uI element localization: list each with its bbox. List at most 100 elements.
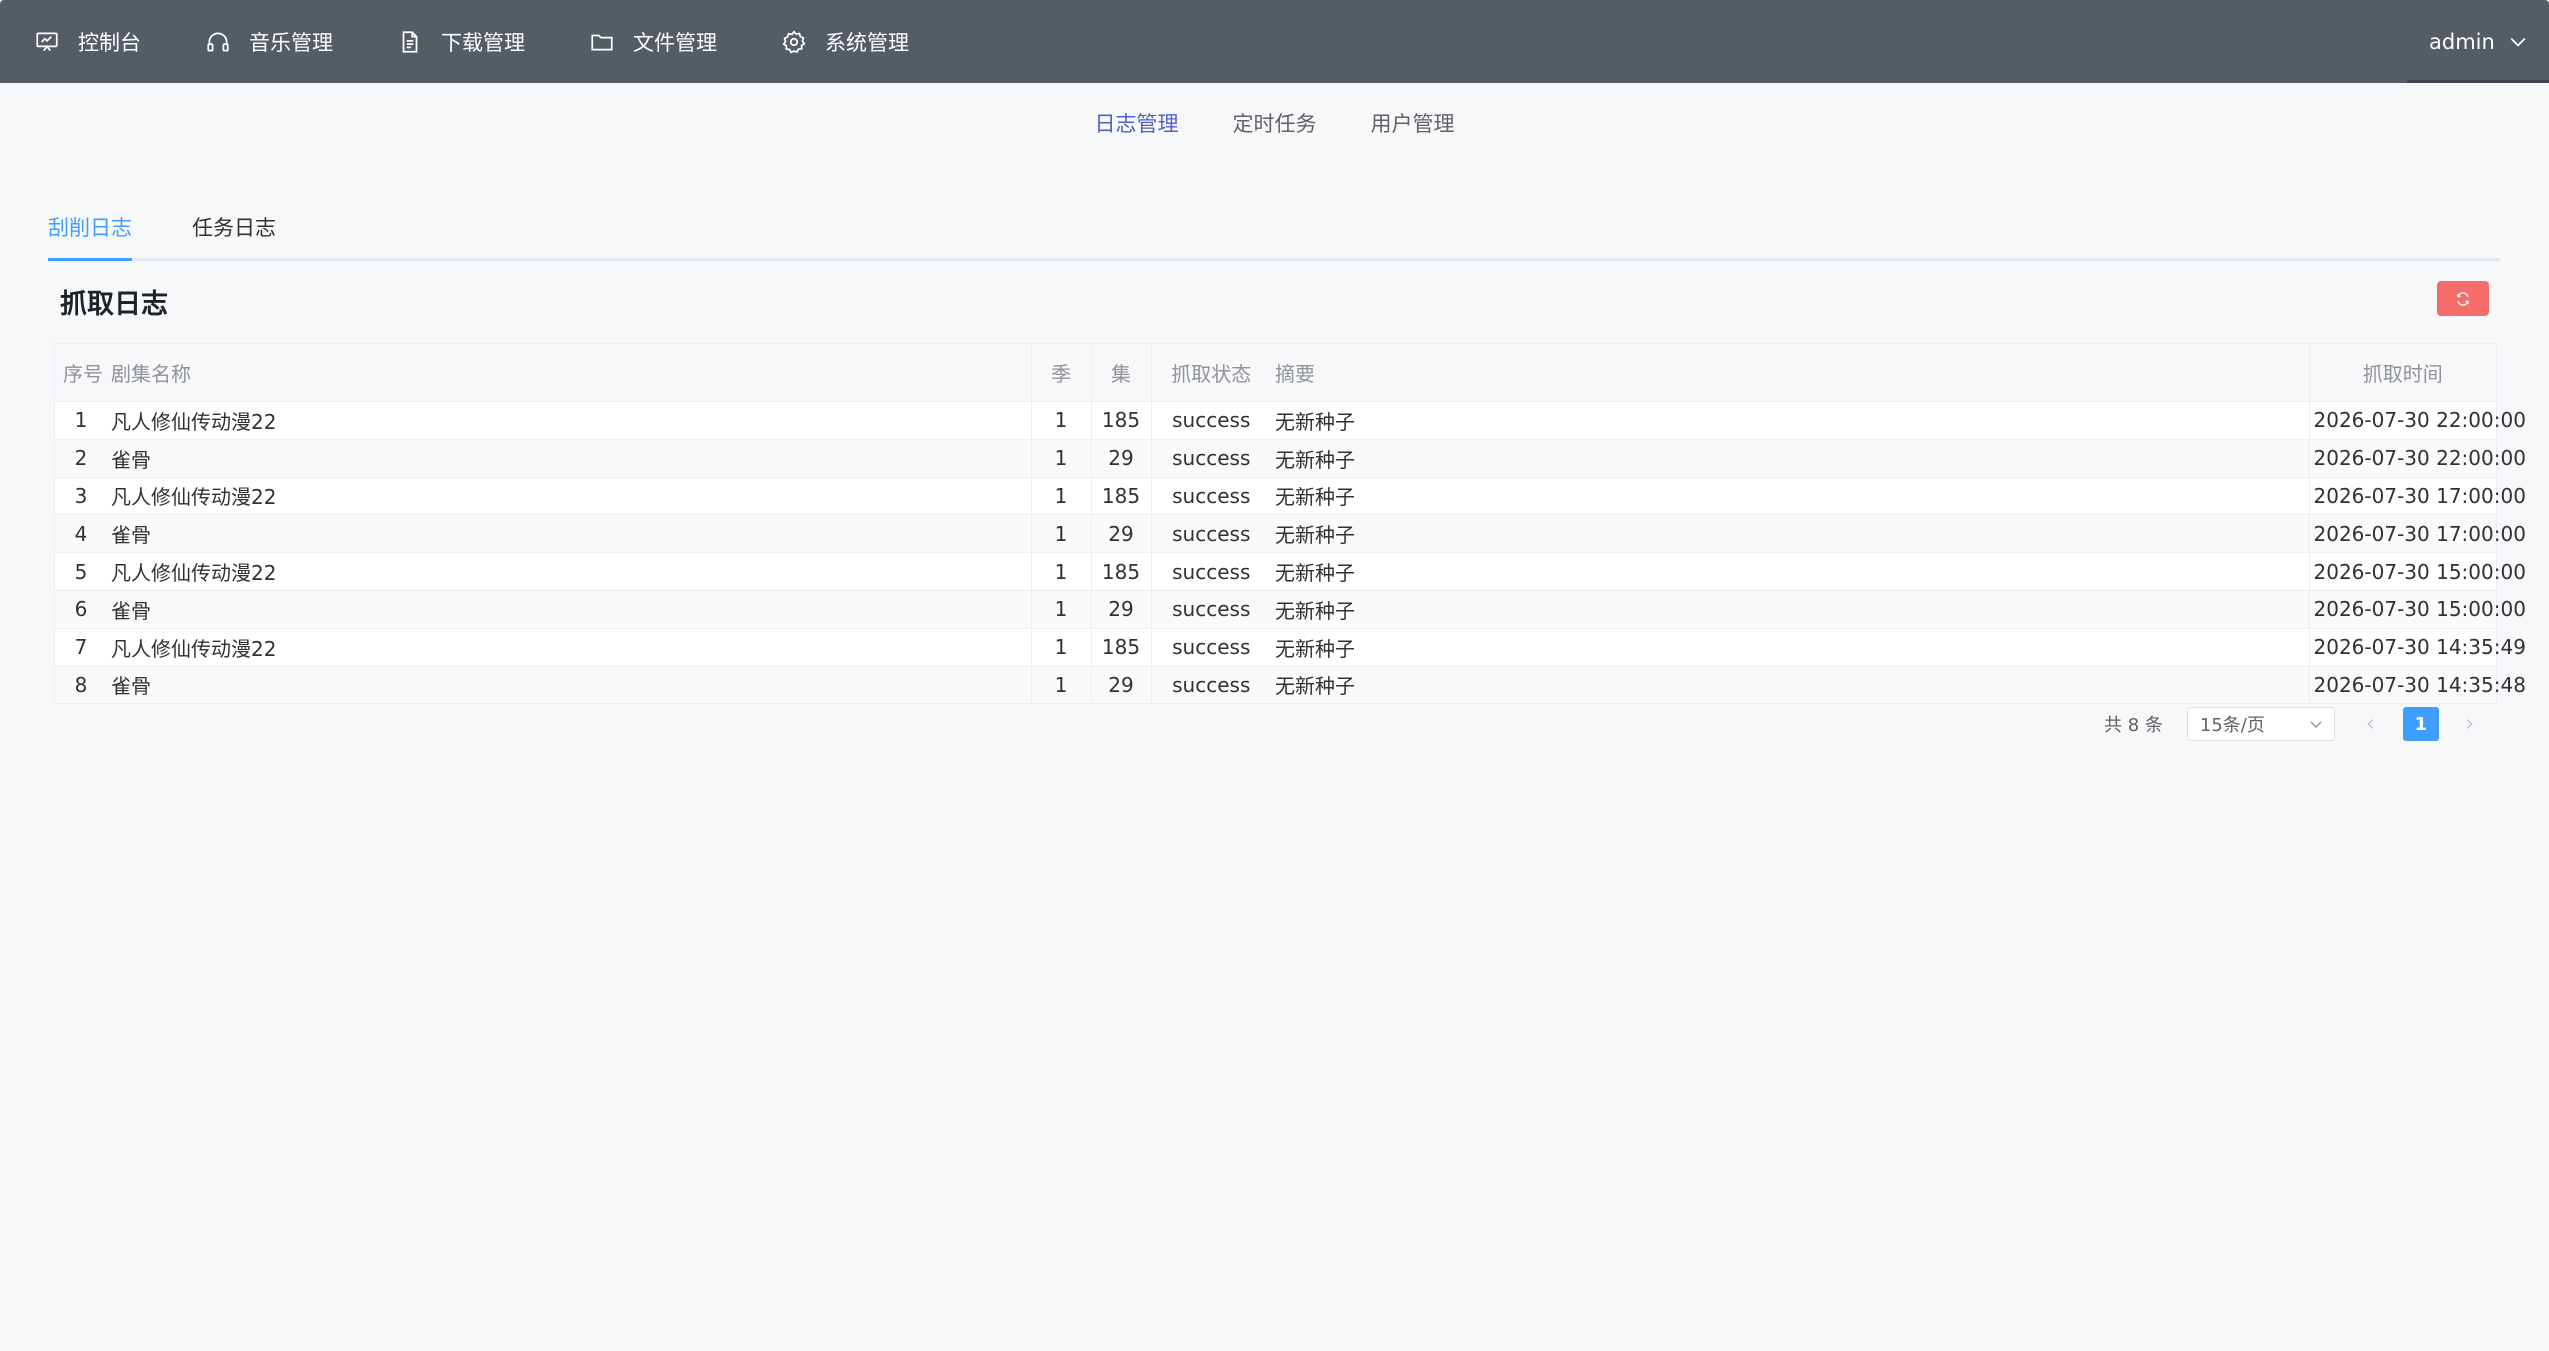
gear-icon	[782, 29, 806, 54]
header-name: 剧集名称	[107, 344, 1031, 402]
cell-index: 7	[55, 628, 107, 667]
user-menu-underline	[2407, 80, 2549, 83]
prev-page-button[interactable]	[2361, 714, 2381, 734]
card-title: 抓取日志	[60, 289, 168, 320]
refresh-button[interactable]	[2437, 281, 2489, 316]
header-episode: 集	[1090, 344, 1151, 402]
header-time: 抓取时间	[2308, 344, 2496, 402]
nav-item-label: 下载管理	[441, 30, 525, 55]
nav-item-music[interactable]: 音乐管理	[173, 0, 365, 83]
chevron-right-icon	[2466, 719, 2473, 729]
subnav-item-logs[interactable]: 日志管理	[1095, 108, 1179, 144]
tab-scrape-logs[interactable]: 刮削日志	[48, 212, 132, 242]
cell-episode: 185	[1090, 628, 1151, 667]
nav-item-system[interactable]: 系统管理	[749, 0, 941, 83]
subnav-item-scheduled-tasks[interactable]: 定时任务	[1233, 108, 1317, 144]
header-status: 抓取状态	[1150, 344, 1271, 402]
cell-season: 1	[1030, 401, 1091, 440]
nav-item-label: 文件管理	[633, 30, 717, 55]
nav-item-dashboard[interactable]: 控制台	[0, 0, 173, 83]
page-size-value: 15条/页	[2199, 715, 2265, 736]
user-menu[interactable]: admin	[2407, 0, 2549, 83]
cell-season: 1	[1030, 439, 1091, 478]
cell-season: 1	[1030, 590, 1091, 629]
cell-season: 1	[1030, 514, 1091, 554]
cell-time: 2026-07-30 17:00:00	[2308, 514, 2526, 554]
headphones-icon	[207, 31, 229, 52]
cell-episode: 185	[1090, 477, 1151, 516]
cell-name: 凡人修仙传动漫22	[107, 477, 1031, 516]
cell-name: 雀骨	[107, 514, 1031, 554]
cell-episode: 185	[1090, 401, 1151, 440]
cell-time: 2026-07-30 14:35:49	[2308, 628, 2526, 667]
cell-summary: 无新种子	[1271, 628, 2309, 667]
cell-summary: 无新种子	[1271, 590, 2309, 629]
table-row: 7 凡人修仙传动漫22 1 185 success 无新种子 2026-07-30 14:3…	[55, 628, 2526, 667]
active-tab-indicator	[48, 258, 132, 261]
cell-season: 1	[1030, 477, 1091, 516]
cell-index: 3	[55, 477, 107, 516]
cell-summary: 无新种子	[1271, 514, 2309, 554]
cell-summary: 无新种子	[1271, 439, 2309, 478]
cell-episode: 185	[1090, 552, 1151, 591]
table-row: 8 雀骨 1 29 success 无新种子 2026-07-30 14:35:48	[55, 666, 2526, 705]
cell-name: 凡人修仙传动漫22	[107, 401, 1031, 440]
page-size-select[interactable]: 15条/页	[2186, 707, 2335, 741]
cell-name: 凡人修仙传动漫22	[107, 552, 1031, 591]
tab-task-logs[interactable]: 任务日志	[192, 212, 276, 242]
cell-status: success	[1150, 401, 1271, 440]
cell-name: 凡人修仙传动漫22	[107, 628, 1031, 667]
main-nav: 控制台 音乐管理 下载管理 文件管理 系统管理	[0, 0, 941, 83]
cell-time: 2026-07-30 14:35:48	[2308, 666, 2526, 705]
table-row: 4 雀骨 1 29 success 无新种子 2026-07-30 17:00:00	[55, 514, 2526, 554]
cell-time: 2026-07-30 17:00:00	[2308, 477, 2526, 516]
header-season: 季	[1030, 344, 1091, 402]
nav-item-label: 控制台	[78, 30, 141, 55]
cell-index: 8	[55, 666, 107, 705]
table-row: 6 雀骨 1 29 success 无新种子 2026-07-30 15:00:00	[55, 590, 2526, 629]
next-page-button[interactable]	[2459, 714, 2479, 734]
page-number-current[interactable]: 1	[2402, 707, 2439, 741]
total-count: 共 8 条	[2104, 715, 2163, 736]
cell-summary: 无新种子	[1271, 552, 2309, 591]
username: admin	[2429, 29, 2495, 54]
chevron-left-icon	[2367, 719, 2374, 729]
table-row: 5 凡人修仙传动漫22 1 185 success 无新种子 2026-07-30 15:0…	[55, 552, 2526, 591]
cell-summary: 无新种子	[1271, 477, 2309, 516]
cell-status: success	[1150, 514, 1271, 554]
nav-item-label: 系统管理	[825, 30, 909, 55]
pagination: 共 8 条 15条/页 1	[2100, 706, 2500, 742]
nav-item-download[interactable]: 下载管理	[365, 0, 557, 83]
cell-season: 1	[1030, 666, 1091, 705]
cell-summary: 无新种子	[1271, 666, 2309, 705]
cell-index: 4	[55, 514, 107, 554]
cell-status: success	[1150, 590, 1271, 629]
table-row: 1 凡人修仙传动漫22 1 185 success 无新种子 2026-07-30 22:0…	[55, 401, 2526, 440]
document-icon	[402, 30, 418, 53]
cell-time: 2026-07-30 15:00:00	[2308, 590, 2526, 629]
cell-status: success	[1150, 628, 1271, 667]
chevron-down-icon	[2310, 721, 2322, 728]
cell-status: success	[1150, 552, 1271, 591]
chevron-down-icon	[2510, 37, 2526, 47]
subnav-item-users[interactable]: 用户管理	[1371, 108, 1455, 144]
table-row: 2 雀骨 1 29 success 无新种子 2026-07-30 22:00:00	[55, 439, 2526, 478]
cell-index: 2	[55, 439, 107, 478]
cell-index: 5	[55, 552, 107, 591]
cell-name: 雀骨	[107, 439, 1031, 478]
cell-episode: 29	[1090, 439, 1151, 478]
scrape-log-table: 序号 剧集名称 季 集 抓取状态 摘要 抓取时间 1 凡人修仙传动漫22 1 185 s…	[54, 343, 2526, 705]
cell-episode: 29	[1090, 590, 1151, 629]
table-header-row: 序号 剧集名称 季 集 抓取状态 摘要 抓取时间	[55, 344, 2496, 402]
header-index: 序号	[55, 344, 107, 402]
cell-season: 1	[1030, 552, 1091, 591]
sub-nav: 日志管理 定时任务 用户管理	[0, 108, 2549, 144]
nav-item-label: 音乐管理	[249, 30, 333, 55]
top-navbar: 控制台 音乐管理 下载管理 文件管理 系统管理 admin	[0, 0, 2549, 83]
log-tabs: 刮削日志 任务日志	[48, 208, 2500, 261]
cell-time: 2026-07-30 22:00:00	[2308, 439, 2526, 478]
cell-status: success	[1150, 439, 1271, 478]
cell-index: 6	[55, 590, 107, 629]
nav-item-files[interactable]: 文件管理	[557, 0, 749, 83]
cell-episode: 29	[1090, 666, 1151, 705]
